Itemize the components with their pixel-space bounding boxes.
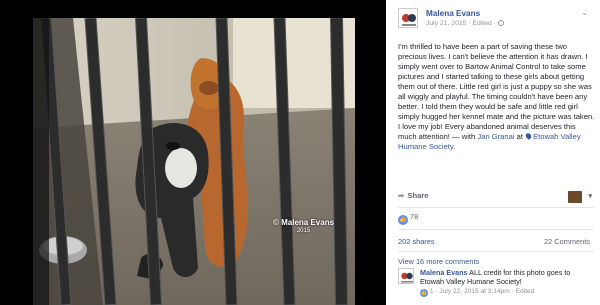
- caret-down-icon[interactable]: ▾: [588, 192, 592, 201]
- comment-body: Malena Evans ALL credit for this photo g…: [420, 268, 596, 297]
- comments-count-link[interactable]: 22 Comments: [544, 237, 590, 247]
- watermark-text: © Malena Evans: [273, 218, 335, 227]
- meta-separator: ·: [468, 20, 471, 27]
- period: .: [453, 142, 456, 152]
- like-thumb-icon: 👍: [420, 288, 428, 297]
- comment-author-link[interactable]: Malena Evans: [420, 268, 468, 277]
- meta-separator: ·: [435, 287, 438, 295]
- post-edited-label[interactable]: Edited: [472, 20, 491, 27]
- with-prefix: — with: [449, 132, 478, 142]
- divider: [398, 207, 594, 208]
- comment-like-count[interactable]: 1: [430, 288, 434, 295]
- dogs-in-kennel-image: [33, 18, 355, 305]
- comment-author-avatar[interactable]: [398, 268, 414, 284]
- share-button[interactable]: Share: [407, 191, 428, 200]
- post-photo[interactable]: © Malena Evans 2015: [33, 18, 355, 305]
- chevron-down-icon[interactable]: ⌄: [581, 8, 588, 19]
- comment-meta: 👍 1 · July 22, 2015 at 3:14pm · Edited: [420, 288, 596, 297]
- watermark-year: 2015: [296, 227, 311, 234]
- shares-count-link[interactable]: 202 shares: [398, 237, 435, 247]
- post-stats: 202 shares 22 Comments: [398, 237, 594, 249]
- tagged-person-link[interactable]: Jan Granai: [477, 132, 514, 141]
- at-word: at: [514, 132, 526, 142]
- photo-watermark: © Malena Evans 2015: [273, 218, 334, 235]
- post-author-link[interactable]: Malena Evans: [426, 9, 480, 20]
- location-pin-icon: [524, 132, 533, 141]
- humane-society-logo: [399, 269, 413, 283]
- like-thumb-icon: 👍: [398, 215, 408, 225]
- humane-society-logo: [399, 9, 417, 27]
- author-avatar[interactable]: [398, 8, 418, 28]
- meta-separator: ·: [511, 287, 514, 295]
- page-avatar-icon[interactable]: [568, 191, 582, 203]
- post-text: I'm thrilled to have been a part of savi…: [398, 42, 595, 142]
- post-header: Malena Evans July 21, 2015 · Edited · ⌄: [398, 8, 592, 36]
- share-arrow-icon: ➦: [398, 191, 405, 200]
- comment-date-link[interactable]: July 22, 2015 at 3:14pm: [439, 288, 509, 295]
- post-meta: July 21, 2015 · Edited ·: [426, 20, 504, 29]
- globe-icon[interactable]: [497, 20, 504, 26]
- divider: [398, 251, 594, 252]
- like-count[interactable]: 78: [410, 212, 418, 221]
- post-details-panel: Malena Evans July 21, 2015 · Edited · ⌄ …: [386, 0, 600, 305]
- reaction-summary[interactable]: 👍 78: [398, 212, 418, 225]
- divider: [398, 229, 594, 230]
- action-row: ➦ Share ▾: [398, 191, 594, 205]
- comment-edited-label[interactable]: Edited: [516, 288, 535, 295]
- meta-separator-2: ·: [493, 20, 496, 27]
- post-date-link[interactable]: July 21, 2015: [426, 20, 466, 27]
- post-body: I'm thrilled to have been a part of savi…: [398, 42, 596, 152]
- view-more-comments-link[interactable]: View 16 more comments: [398, 257, 479, 267]
